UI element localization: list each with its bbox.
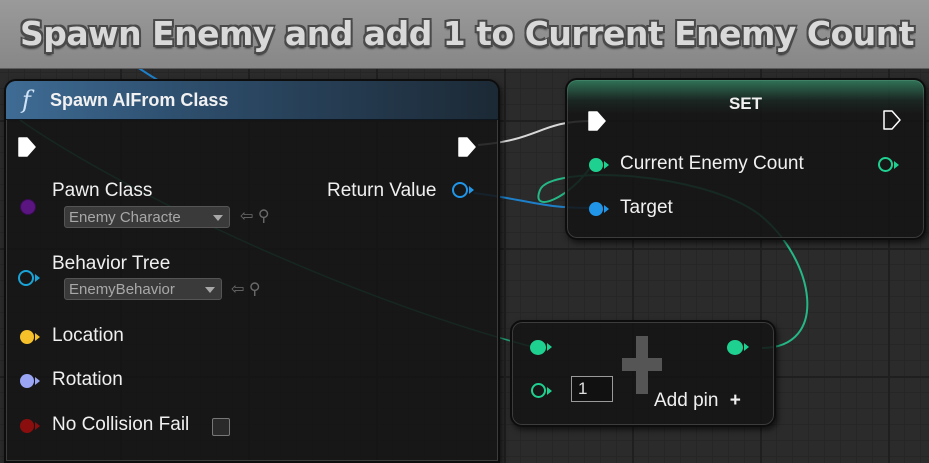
set-target-arrow-icon (604, 205, 609, 213)
add-output-pin-icon[interactable] (727, 340, 743, 355)
set-count-in-arrow-icon (604, 161, 609, 169)
dropdown-caret-icon (205, 287, 215, 293)
add-pin-label: Add pin (654, 390, 719, 411)
use-selected-arrow-icon[interactable]: ⇦ (231, 281, 244, 298)
set-target-label: Target (620, 197, 673, 218)
no-collision-fail-label: No Collision Fail (52, 414, 190, 435)
function-icon: f (22, 86, 31, 114)
rotation-pin-icon[interactable] (20, 374, 34, 388)
return-value-pin-icon[interactable] (452, 182, 468, 198)
behavior-tree-dropdown[interactable]: EnemyBehavior (64, 278, 222, 300)
rotation-label: Rotation (52, 369, 123, 390)
return-value-pin-arrow-icon (469, 186, 474, 194)
no-collision-fail-pin-arrow-icon (35, 422, 40, 430)
set-current-enemy-count-label: Current Enemy Count (620, 153, 804, 174)
set-exec-out-pin-icon[interactable] (883, 110, 901, 130)
dropdown-caret-icon (213, 215, 223, 221)
behavior-tree-pin-arrow-icon (35, 274, 40, 282)
pawn-class-value: Enemy Characte (69, 209, 181, 226)
use-selected-arrow-icon[interactable]: ⇦ (240, 208, 253, 225)
add-pin-plus-icon: + (729, 390, 741, 411)
no-collision-fail-pin-icon[interactable] (20, 419, 34, 433)
location-label: Location (52, 325, 124, 346)
add-output-arrow-icon (744, 343, 749, 351)
set-current-enemy-count-in-pin-icon[interactable] (589, 158, 603, 172)
add-input-b-value-field[interactable]: 1 (571, 376, 613, 402)
exec-out-pin-icon[interactable] (458, 137, 476, 157)
set-count-out-arrow-icon (894, 161, 899, 169)
return-value-label: Return Value (327, 180, 437, 201)
exec-in-pin-icon[interactable] (18, 137, 36, 157)
pawn-class-asset-icons[interactable]: ⇦ ⚲ (240, 206, 270, 226)
behavior-tree-value: EnemyBehavior (69, 281, 175, 298)
add-input-a-arrow-icon (547, 343, 552, 351)
spawn-node-title: Spawn AIFrom Class (50, 90, 229, 110)
behavior-tree-asset-icons[interactable]: ⇦ ⚲ (231, 279, 261, 299)
add-pin-button[interactable]: Add pin + (654, 390, 741, 412)
add-input-b-arrow-icon (547, 387, 552, 395)
comment-box-header[interactable]: Spawn Enemy and add 1 to Current Enemy C… (0, 0, 929, 69)
pawn-class-label: Pawn Class (52, 180, 153, 201)
browse-magnifier-icon[interactable]: ⚲ (249, 281, 261, 298)
no-collision-fail-checkbox[interactable] (212, 418, 230, 436)
add-operator-plus-icon (622, 336, 662, 394)
pawn-class-pin-icon[interactable] (20, 199, 36, 215)
behavior-tree-label: Behavior Tree (52, 253, 171, 274)
comment-title: Spawn Enemy and add 1 to Current Enemy C… (20, 14, 915, 53)
set-exec-in-pin-icon[interactable] (588, 111, 606, 131)
rotation-pin-arrow-icon (35, 377, 40, 385)
set-current-enemy-count-out-pin-icon[interactable] (878, 157, 893, 172)
set-target-pin-icon[interactable] (589, 202, 603, 216)
add-input-a-pin-icon[interactable] (530, 340, 546, 355)
browse-magnifier-icon[interactable]: ⚲ (258, 208, 270, 225)
pawn-class-dropdown[interactable]: Enemy Characte (64, 206, 230, 228)
location-pin-icon[interactable] (20, 330, 34, 344)
spawn-node-header[interactable]: f Spawn AIFrom Class (6, 81, 498, 120)
add-input-b-pin-icon[interactable] (531, 383, 546, 398)
location-pin-arrow-icon (35, 333, 40, 341)
set-node-title: SET (728, 94, 763, 113)
behavior-tree-pin-icon[interactable] (18, 270, 34, 286)
